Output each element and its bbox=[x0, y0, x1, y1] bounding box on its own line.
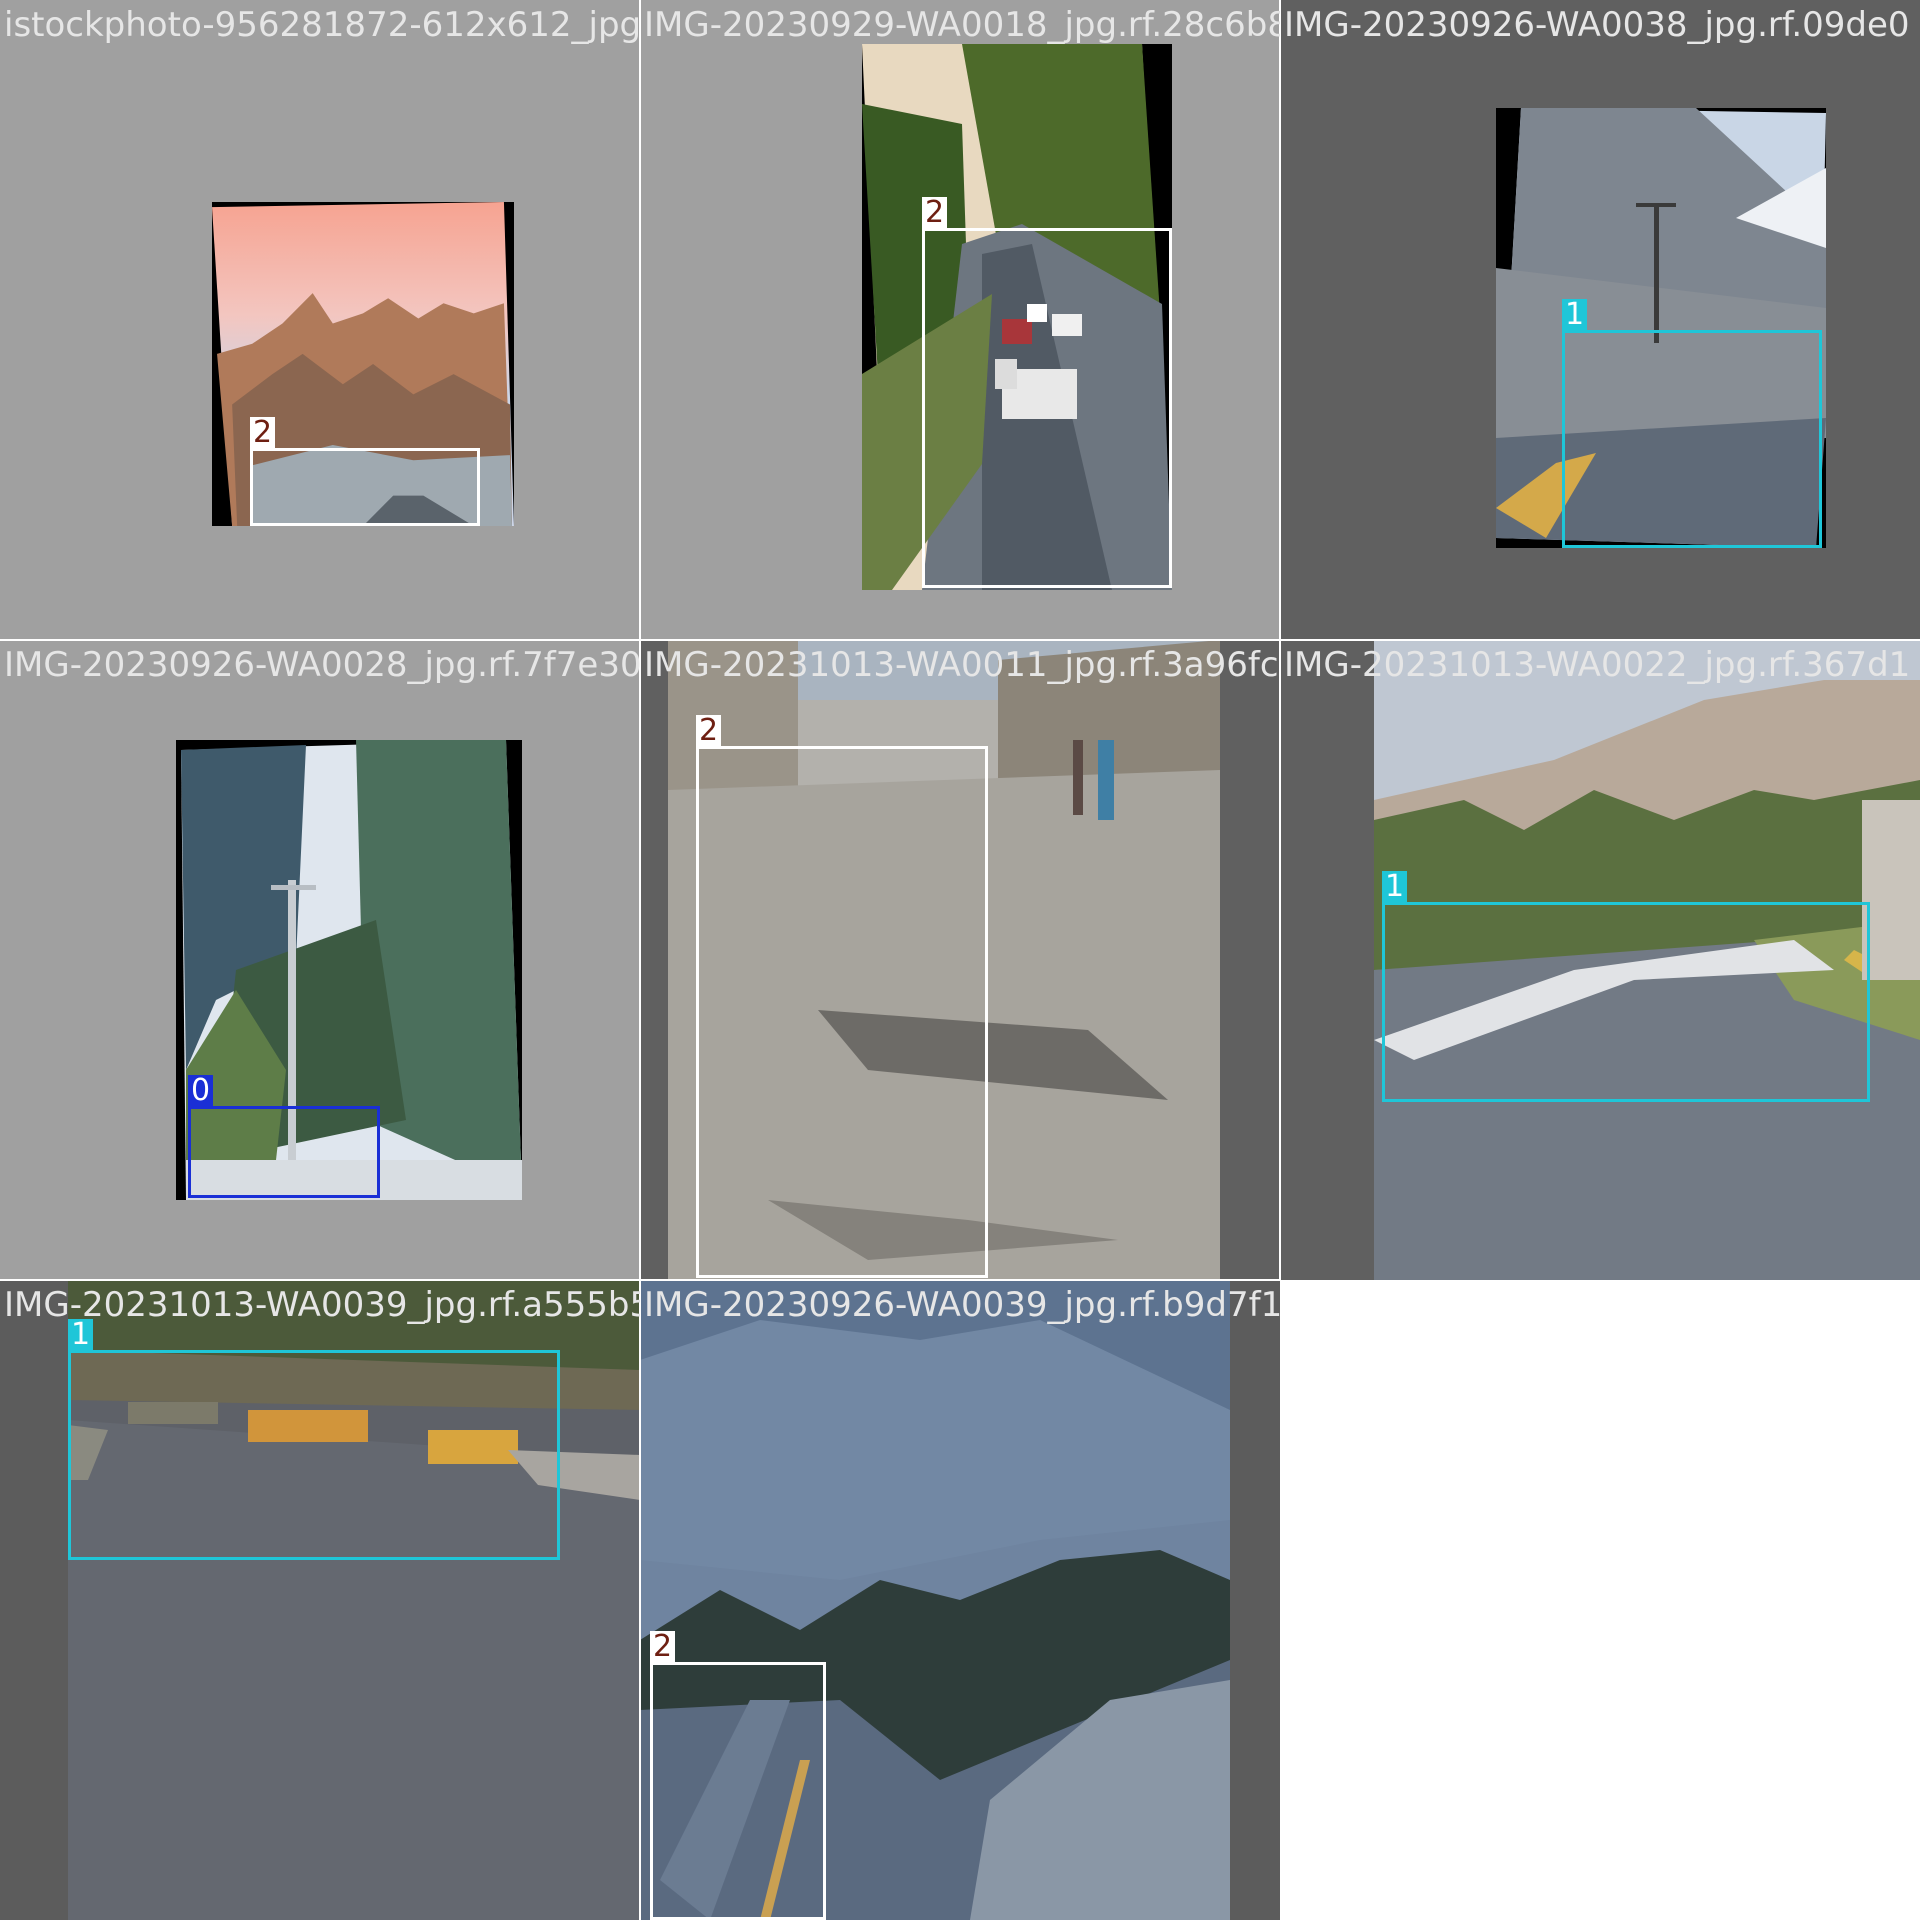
image-filename: IMG-20230926-WA0028_jpg.rf.7f7e3023b6b bbox=[4, 645, 640, 685]
tile-3: 1 IMG-20230926-WA0038_jpg.rf.09de0 bbox=[1280, 0, 1920, 640]
bounding-box: 1 bbox=[68, 1319, 560, 1560]
grid-line bbox=[0, 639, 1920, 641]
class-label: 1 bbox=[68, 1319, 94, 1351]
bounding-box: 2 bbox=[922, 197, 1172, 588]
class-label: 1 bbox=[1382, 871, 1408, 903]
image-filename: IMG-20230926-WA0038_jpg.rf.09de0 bbox=[1284, 5, 1910, 45]
bounding-box: 1 bbox=[1562, 299, 1822, 548]
class-label: 2 bbox=[922, 197, 948, 229]
image-filename: istockphoto-956281872-612x612_jpg.rf.83b bbox=[4, 5, 640, 45]
tile-7: 1 IMG-20231013-WA0039_jpg.rf.a555b5b9e26… bbox=[0, 1280, 640, 1920]
bounding-box: 2 bbox=[696, 715, 988, 1278]
bounding-box: 2 bbox=[650, 1631, 826, 1920]
class-label: 2 bbox=[696, 715, 722, 747]
bounding-box: 0 bbox=[188, 1075, 380, 1198]
tile-2: 2 IMG-20230929-WA0018_jpg.rf.28c6b89b318… bbox=[640, 0, 1280, 640]
training-batch-mosaic: 2 istockphoto-956281872-612x612_jpg.rf.8… bbox=[0, 0, 1920, 1920]
tile-1: 2 istockphoto-956281872-612x612_jpg.rf.8… bbox=[0, 0, 640, 640]
tile-8: 2 IMG-20230926-WA0039_jpg.rf.b9d7f17d657… bbox=[640, 1280, 1280, 1920]
class-label: 2 bbox=[250, 417, 276, 449]
image-filename: IMG-20230929-WA0018_jpg.rf.28c6b89b3182 bbox=[644, 5, 1280, 45]
class-label: 0 bbox=[188, 1075, 214, 1107]
grid-line bbox=[639, 0, 641, 1920]
tile-4: 0 IMG-20230926-WA0028_jpg.rf.7f7e3023b6b bbox=[0, 640, 640, 1280]
bounding-box: 1 bbox=[1382, 871, 1870, 1102]
tile-6: 1 IMG-20231013-WA0022_jpg.rf.367d1 bbox=[1280, 640, 1920, 1280]
class-label: 1 bbox=[1562, 299, 1588, 331]
grid-line bbox=[0, 1279, 1280, 1281]
class-label: 2 bbox=[650, 1631, 676, 1663]
tile-5: 2 IMG-20231013-WA0011_jpg.rf.3a96fc1d6a0 bbox=[640, 640, 1280, 1280]
bounding-box: 2 bbox=[250, 417, 480, 526]
